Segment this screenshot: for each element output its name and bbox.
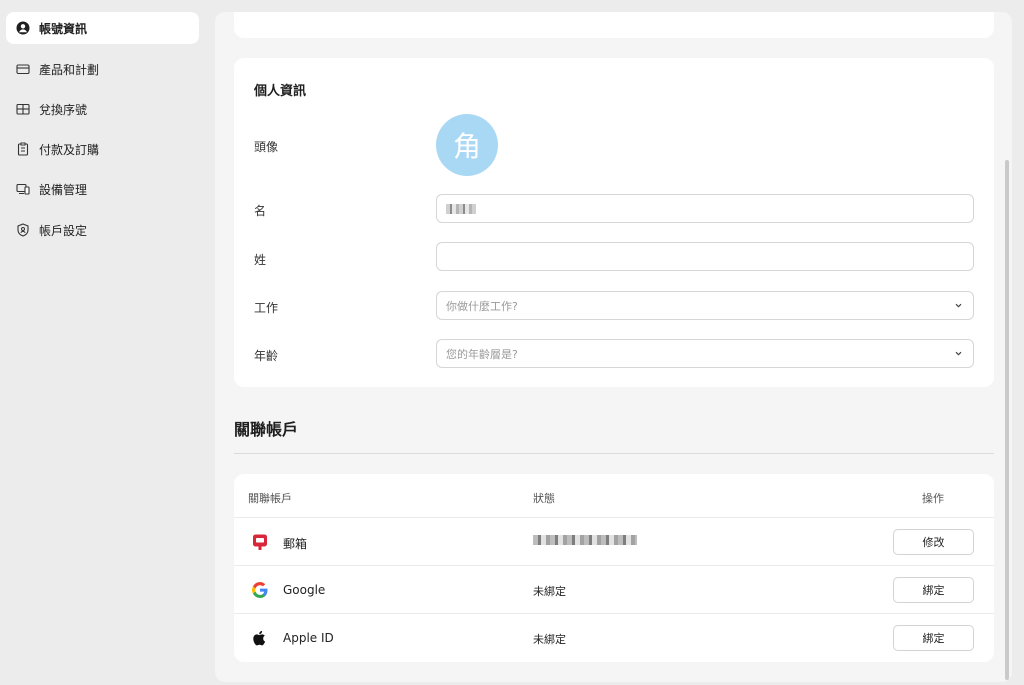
redacted-first-name — [446, 203, 476, 214]
sidebar-item-redeem[interactable]: 兌換序號 — [6, 93, 199, 125]
bind-apple-button[interactable]: 綁定 — [893, 625, 974, 651]
sidebar-item-label: 帳戶設定 — [39, 223, 88, 238]
google-icon — [251, 581, 269, 599]
job-placeholder: 你做什麼工作? — [446, 299, 518, 313]
column-header-account: 關聯帳戶 — [248, 492, 292, 505]
shield-user-icon — [16, 223, 30, 237]
sidebar-item-products[interactable]: 產品和計劃 — [6, 53, 199, 85]
job-select[interactable]: 你做什麼工作? — [436, 291, 974, 320]
table-row: Google 未綁定 綁定 — [234, 565, 994, 613]
first-name-field[interactable] — [436, 194, 974, 223]
sidebar-item-label: 付款及訂購 — [39, 142, 100, 157]
sidebar-item-label: 設備管理 — [39, 182, 88, 197]
column-header-action: 操作 — [922, 492, 944, 505]
account-name: 郵箱 — [283, 537, 308, 551]
table-row: 郵箱 修改 — [234, 517, 994, 565]
sidebar-item-devices[interactable]: 設備管理 — [6, 173, 199, 205]
sidebar-item-account-info[interactable]: 帳號資訊 — [6, 12, 199, 44]
avatar-char: 角 — [452, 130, 481, 163]
section-title: 個人資訊 — [254, 84, 307, 99]
account-status: 未綁定 — [533, 585, 566, 598]
chevron-down-icon — [955, 351, 962, 356]
modify-button[interactable]: 修改 — [893, 529, 974, 555]
card-icon — [16, 62, 30, 76]
redacted-email — [533, 535, 637, 545]
account-status: 未綁定 — [533, 633, 566, 646]
linked-accounts-table: 關聯帳戶 狀態 操作 郵箱 修改 Google 未綁定 綁定 Apple ID … — [234, 474, 994, 662]
sidebar-item-label: 帳號資訊 — [39, 21, 88, 36]
apple-icon — [251, 629, 269, 647]
table-row: Apple ID 未綁定 綁定 — [234, 613, 994, 661]
job-label: 工作 — [254, 301, 279, 315]
sidebar: 帳號資訊 產品和計劃 兌換序號 付款及訂購 設備管理 帳戶設定 — [0, 0, 210, 685]
bind-google-button[interactable]: 綁定 — [893, 577, 974, 603]
account-status — [533, 535, 637, 548]
account-name: Apple ID — [283, 631, 334, 645]
linked-accounts-title: 關聯帳戶 — [234, 420, 299, 439]
chevron-down-icon — [955, 303, 962, 308]
column-header-status: 狀態 — [533, 492, 555, 505]
gift-icon — [16, 102, 30, 116]
divider — [234, 453, 994, 454]
devices-icon — [16, 182, 30, 196]
main-panel: 個人資訊 頭像 角 名 姓 工作 你做什麼工作? 年齡 您的年齡層是? 關聯帳戶… — [215, 12, 1012, 682]
account-name: Google — [283, 583, 326, 597]
avatar[interactable]: 角 — [436, 114, 498, 176]
sidebar-item-payments[interactable]: 付款及訂購 — [6, 133, 199, 165]
sidebar-item-label: 兌換序號 — [39, 102, 88, 117]
sidebar-item-label: 產品和計劃 — [39, 62, 100, 77]
top-card — [234, 12, 994, 38]
user-circle-icon — [16, 21, 30, 35]
age-label: 年齡 — [254, 349, 279, 363]
personal-info-card: 個人資訊 頭像 角 名 姓 工作 你做什麼工作? 年齡 您的年齡層是? — [234, 58, 994, 387]
last-name-field[interactable] — [436, 242, 974, 271]
scrollbar[interactable] — [1005, 160, 1009, 680]
age-select[interactable]: 您的年齡層是? — [436, 339, 974, 368]
first-name-label: 名 — [254, 204, 267, 218]
age-placeholder: 您的年齡層是? — [446, 347, 518, 361]
avatar-label: 頭像 — [254, 140, 279, 154]
mail-icon — [251, 533, 269, 551]
sidebar-item-account-settings[interactable]: 帳戶設定 — [6, 214, 199, 246]
last-name-label: 姓 — [254, 253, 267, 267]
clipboard-icon — [16, 142, 30, 156]
